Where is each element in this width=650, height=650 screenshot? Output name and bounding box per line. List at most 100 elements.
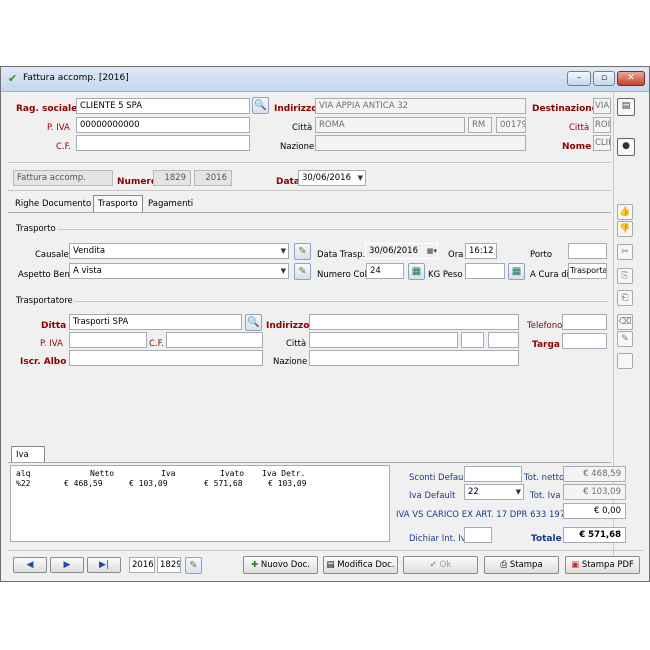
app-icon: ✔ bbox=[8, 72, 18, 85]
dichiar-field[interactable] bbox=[464, 527, 492, 543]
trasp-cf-field[interactable] bbox=[166, 332, 263, 348]
iva-cell-netto: € 468,59 bbox=[64, 479, 103, 488]
prov-field[interactable]: RM bbox=[468, 117, 492, 133]
stampa-button[interactable]: ⎙ Stampa bbox=[484, 556, 559, 574]
next-button[interactable]: ▶ bbox=[50, 557, 84, 573]
porto-field[interactable] bbox=[568, 243, 607, 259]
ditta-field[interactable]: Trasporti SPA bbox=[69, 314, 242, 330]
chevron-down-icon: ▼ bbox=[357, 174, 363, 182]
calculator-peso-button[interactable]: ▦ bbox=[508, 263, 525, 280]
iva-tab-baseline bbox=[8, 462, 611, 463]
tot-netto-field: € 468,59 bbox=[563, 466, 626, 482]
numero-field[interactable]: 1829 bbox=[153, 170, 191, 186]
scissors-icon[interactable]: ✂ bbox=[617, 244, 633, 260]
ora-field[interactable]: 16:12 bbox=[465, 243, 497, 259]
trasp-citta-label: Città bbox=[286, 339, 307, 349]
targa-field[interactable] bbox=[562, 333, 607, 349]
cf-label: C.F. bbox=[56, 142, 71, 152]
piva-field[interactable]: 00000000000 bbox=[76, 117, 250, 133]
blank-icon[interactable] bbox=[617, 353, 633, 369]
paste-icon[interactable]: ⎗ bbox=[617, 290, 633, 306]
window-title: Fattura accomp. [2016] bbox=[23, 73, 129, 83]
cf-field[interactable] bbox=[76, 135, 250, 151]
nome-field[interactable]: CLII bbox=[593, 135, 611, 151]
modifica-doc-button[interactable]: ▤ Modifica Doc. bbox=[323, 556, 398, 574]
edit-causale-button[interactable]: ✎ bbox=[294, 243, 311, 260]
stampa-pdf-button[interactable]: ▣ Stampa PDF bbox=[565, 556, 640, 574]
trasp-prov-field[interactable] bbox=[461, 332, 484, 348]
document-icon[interactable]: ▤ bbox=[617, 98, 635, 116]
prev-button[interactable]: ◀ bbox=[13, 557, 47, 573]
peso-field[interactable] bbox=[465, 263, 505, 279]
iva-cell-iva-detr: € 103,09 bbox=[268, 479, 307, 488]
calculator-colli-button[interactable]: ▦ bbox=[408, 263, 425, 280]
telefono-field[interactable] bbox=[562, 314, 607, 330]
nazione-field[interactable] bbox=[315, 135, 526, 151]
nuovo-doc-label: Nuovo Doc. bbox=[260, 560, 310, 570]
pen-icon[interactable]: ✎ bbox=[617, 331, 633, 347]
stampa-label: Stampa bbox=[509, 560, 543, 570]
iva-default-dropdown[interactable]: 22 ▼ bbox=[464, 484, 524, 500]
iva-table[interactable]: alq Netto Iva Ivato Iva Detr. %22 € 468,… bbox=[10, 465, 390, 542]
ok-button[interactable]: ✔ Ok bbox=[403, 556, 478, 574]
tab-trasporto[interactable]: Trasporto bbox=[93, 195, 143, 212]
peso-label: KG Peso bbox=[428, 270, 463, 280]
trasp-nazione-field[interactable] bbox=[309, 350, 519, 366]
indirizzo-field[interactable]: VIA APPIA ANTICA 32 bbox=[315, 98, 526, 114]
search-ditta-button[interactable]: 🔍 bbox=[245, 314, 262, 331]
footer-num-field[interactable]: 1829 bbox=[157, 557, 181, 573]
data-label: Data bbox=[276, 177, 300, 187]
aspetto-dropdown[interactable]: A vista ▼ bbox=[69, 263, 289, 279]
nuovo-doc-button[interactable]: ✚ Nuovo Doc. bbox=[243, 556, 318, 574]
trasportatore-group-line bbox=[74, 301, 608, 302]
thumbs-down-icon[interactable]: 👎 bbox=[617, 221, 633, 237]
thumbs-up-icon[interactable]: 👍 bbox=[617, 204, 633, 220]
eraser-icon[interactable]: ⌫ bbox=[617, 314, 633, 330]
aspetto-label: Aspetto Beni bbox=[18, 270, 73, 280]
person-icon[interactable]: ● bbox=[617, 138, 635, 156]
close-button[interactable]: ✕ bbox=[617, 71, 645, 86]
copy-icon[interactable]: ⎘ bbox=[617, 268, 633, 284]
arrow-left-icon: ◀ bbox=[26, 560, 34, 570]
trasp-piva-field[interactable] bbox=[69, 332, 147, 348]
extra-total-field: € 0,00 bbox=[563, 503, 626, 519]
data-trasp-field[interactable]: 30/06/2016 ▦▾ bbox=[365, 243, 438, 259]
footer-year-field[interactable]: 2016 bbox=[129, 557, 155, 573]
tab-iva[interactable]: Iva bbox=[11, 446, 45, 463]
cap-field[interactable]: 00179 bbox=[496, 117, 526, 133]
arrow-last-icon: ▶| bbox=[99, 560, 109, 570]
search-customer-button[interactable]: 🔍 bbox=[252, 97, 269, 114]
data-field[interactable]: 30/06/2016 ▼ bbox=[298, 170, 366, 186]
tab-pagamenti[interactable]: Pagamenti bbox=[144, 196, 197, 212]
sconti-field[interactable] bbox=[464, 466, 522, 482]
anno-field[interactable]: 2016 bbox=[194, 170, 232, 186]
albo-field[interactable] bbox=[69, 350, 263, 366]
maximize-button[interactable]: ▫ bbox=[593, 71, 615, 86]
rag-sociale-field[interactable]: CLIENTE 5 SPA bbox=[76, 98, 250, 114]
causale-label: Causale bbox=[35, 250, 69, 260]
iva-header-iva: Iva bbox=[161, 469, 176, 478]
colli-field[interactable]: 24 bbox=[366, 263, 404, 279]
minimize-button[interactable]: – bbox=[567, 71, 591, 86]
go-button[interactable]: ✎ bbox=[185, 557, 202, 574]
sconti-label: Sconti Default bbox=[409, 473, 470, 483]
check-icon: ✔ bbox=[429, 560, 437, 570]
citta-field[interactable]: ROMA bbox=[315, 117, 465, 133]
doc-type-field[interactable]: Fattura accomp. bbox=[13, 170, 113, 186]
trasp-citta-field[interactable] bbox=[309, 332, 458, 348]
last-button[interactable]: ▶| bbox=[87, 557, 121, 573]
pencil-icon: ✎ bbox=[298, 246, 307, 257]
cura-field[interactable]: Trasporta bbox=[568, 263, 607, 279]
tab-righe-documento[interactable]: Righe Documento bbox=[11, 196, 95, 212]
albo-label: Iscr. Albo bbox=[20, 357, 67, 367]
dest-citta-field[interactable]: ROI bbox=[593, 117, 611, 133]
nome-label: Nome bbox=[562, 142, 592, 152]
dest-via-field[interactable]: VIA bbox=[593, 98, 611, 114]
causale-dropdown[interactable]: Vendita ▼ bbox=[69, 243, 289, 259]
trasp-indirizzo-field[interactable] bbox=[309, 314, 519, 330]
numero-label: Numero bbox=[117, 177, 158, 187]
tot-iva-label: Tot. Iva bbox=[530, 491, 561, 501]
trasp-cap-field[interactable] bbox=[488, 332, 519, 348]
edit-aspetto-button[interactable]: ✎ bbox=[294, 263, 311, 280]
causale-value: Vendita bbox=[73, 246, 106, 256]
